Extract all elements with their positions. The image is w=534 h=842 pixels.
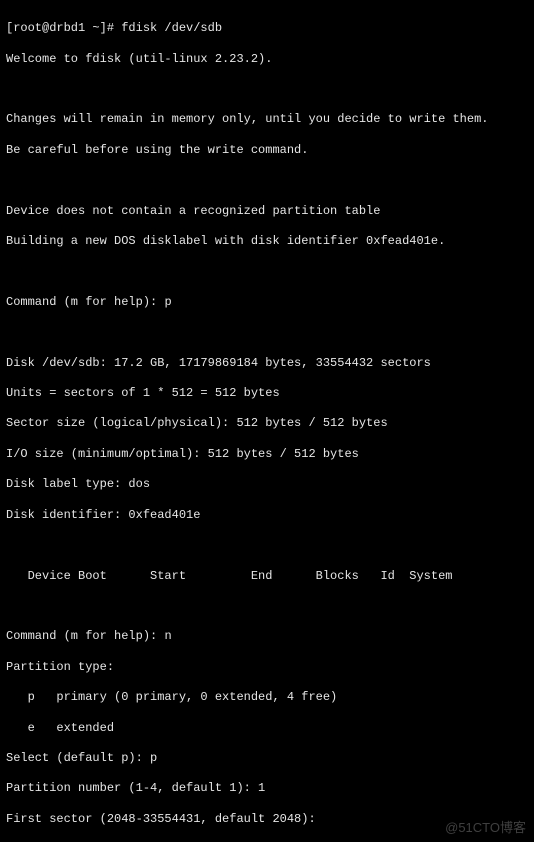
output-line: p primary (0 primary, 0 extended, 4 free… (6, 690, 528, 705)
user-input: p (164, 295, 171, 309)
partition-header: Device Boot Start End Blocks Id System (6, 569, 528, 584)
output-line: I/O size (minimum/optimal): 512 bytes / … (6, 447, 528, 462)
command-text: fdisk /dev/sdb (121, 21, 222, 35)
user-input: n (164, 629, 171, 643)
prompt-text: Command (m for help): (6, 295, 164, 309)
output-line: e extended (6, 721, 528, 736)
terminal-output[interactable]: [root@drbd1 ~]# fdisk /dev/sdb Welcome t… (0, 0, 534, 842)
blank-line (6, 325, 528, 340)
output-line: Welcome to fdisk (util-linux 2.23.2). (6, 52, 528, 67)
shell-prompt: [root@drbd1 ~]# (6, 21, 121, 35)
output-line: Device does not contain a recognized par… (6, 204, 528, 219)
output-line: Building a new DOS disklabel with disk i… (6, 234, 528, 249)
output-line: Disk /dev/sdb: 17.2 GB, 17179869184 byte… (6, 356, 528, 371)
prompt-text: Select (default p): (6, 751, 150, 765)
user-input: 1 (258, 781, 265, 795)
blank-line (6, 264, 528, 279)
blank-line (6, 82, 528, 97)
user-input: p (150, 751, 157, 765)
fdisk-prompt: Command (m for help): n (6, 629, 528, 644)
output-line: Partition type: (6, 660, 528, 675)
output-line: Be careful before using the write comman… (6, 143, 528, 158)
prompt-line: [root@drbd1 ~]# fdisk /dev/sdb (6, 21, 528, 36)
blank-line (6, 173, 528, 188)
output-line: Disk label type: dos (6, 477, 528, 492)
select-prompt: Select (default p): p (6, 751, 528, 766)
partnum-prompt: Partition number (1-4, default 1): 1 (6, 781, 528, 796)
prompt-text: Command (m for help): (6, 629, 164, 643)
output-line: Disk identifier: 0xfead401e (6, 508, 528, 523)
output-line: Sector size (logical/physical): 512 byte… (6, 416, 528, 431)
fdisk-prompt: Command (m for help): p (6, 295, 528, 310)
output-line: Changes will remain in memory only, unti… (6, 112, 528, 127)
blank-line (6, 538, 528, 553)
output-line: Units = sectors of 1 * 512 = 512 bytes (6, 386, 528, 401)
output-line: First sector (2048-33554431, default 204… (6, 812, 528, 827)
prompt-text: Partition number (1-4, default 1): (6, 781, 258, 795)
blank-line (6, 599, 528, 614)
